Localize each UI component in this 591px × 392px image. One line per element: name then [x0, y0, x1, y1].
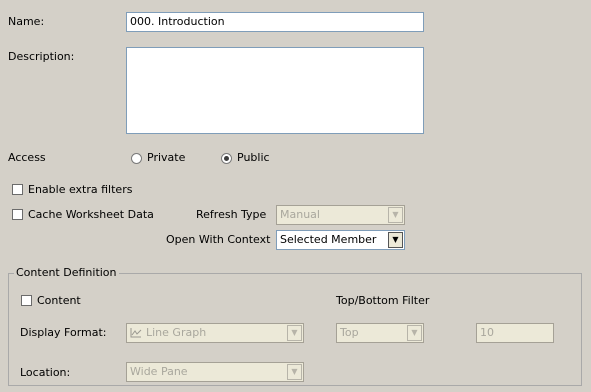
access-public-label[interactable]: Public: [237, 151, 270, 165]
display-format-value: Line Graph: [146, 326, 207, 339]
description-textarea[interactable]: [126, 47, 424, 134]
refresh-type-select[interactable]: Manual ▼: [276, 205, 405, 225]
access-private-radio[interactable]: [131, 153, 142, 164]
refresh-type-value: Manual: [280, 208, 320, 221]
location-label: Location:: [20, 366, 71, 379]
top-bottom-count-value: 10: [480, 326, 494, 339]
line-graph-icon: [130, 328, 142, 338]
cache-worksheet-data-label[interactable]: Cache Worksheet Data: [28, 208, 154, 222]
radio-selected-dot: [224, 156, 229, 161]
location-value: Wide Pane: [130, 365, 188, 378]
access-private-label[interactable]: Private: [147, 151, 185, 165]
top-bottom-value: Top: [340, 326, 359, 339]
access-public-radio[interactable]: [221, 153, 232, 164]
open-with-context-select[interactable]: Selected Member ▼: [276, 230, 405, 250]
chevron-down-icon[interactable]: ▼: [287, 364, 302, 380]
content-label[interactable]: Content: [37, 294, 81, 308]
open-with-context-label: Open With Context: [166, 233, 271, 246]
chevron-down-icon[interactable]: ▼: [388, 232, 403, 248]
chevron-down-icon[interactable]: ▼: [287, 325, 302, 341]
cache-worksheet-data-checkbox[interactable]: [12, 209, 23, 220]
enable-extra-filters-checkbox[interactable]: [12, 184, 23, 195]
top-bottom-count-input[interactable]: 10: [476, 323, 554, 343]
refresh-type-label: Refresh Type: [196, 208, 267, 221]
chevron-down-icon[interactable]: ▼: [407, 325, 422, 341]
chevron-down-icon[interactable]: ▼: [388, 207, 403, 223]
location-select[interactable]: Wide Pane ▼: [126, 362, 304, 382]
open-with-context-value: Selected Member: [280, 233, 377, 246]
display-format-select[interactable]: Line Graph ▼: [126, 323, 304, 343]
content-checkbox[interactable]: [21, 295, 32, 306]
top-bottom-select[interactable]: Top ▼: [336, 323, 424, 343]
content-definition-legend: Content Definition: [14, 266, 119, 280]
name-input[interactable]: 000. Introduction: [126, 12, 424, 32]
name-label: Name:: [8, 15, 45, 28]
top-bottom-filter-label: Top/Bottom Filter: [336, 294, 430, 307]
display-format-label: Display Format:: [20, 326, 107, 339]
enable-extra-filters-label[interactable]: Enable extra filters: [28, 183, 132, 197]
description-label: Description:: [8, 50, 75, 63]
access-label: Access: [8, 151, 46, 164]
